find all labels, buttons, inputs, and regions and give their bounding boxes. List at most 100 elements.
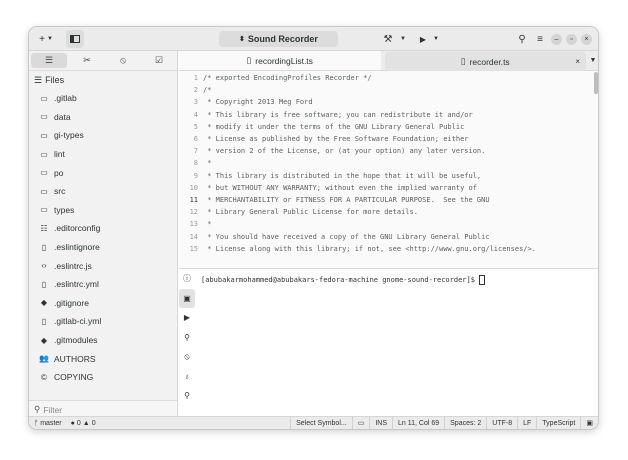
updown-icon: ⬍ — [239, 36, 245, 43]
toggle-sidebar-button[interactable] — [66, 30, 84, 48]
editor-scrollbar[interactable] — [594, 72, 598, 94]
code-text: * License as published by the Free Softw… — [203, 135, 469, 144]
checkbox-icon: ☑ — [154, 55, 164, 65]
debug-panel-button[interactable]: ♁ — [179, 367, 195, 387]
file-tree-item-label: .eslintrc.js — [54, 260, 92, 271]
toggle-panel-button[interactable]: ▣ — [580, 417, 598, 429]
terminal-panel-button[interactable]: ▣ — [179, 288, 195, 308]
close-tab-icon[interactable]: × — [575, 57, 580, 66]
position-label: Ln 11, Col 69 — [398, 419, 440, 427]
file-tree-item-label: COPYING — [54, 372, 94, 383]
diagnostics-counts[interactable]: ● 0 ▲ 0 — [67, 420, 100, 427]
line-ending-selector[interactable]: LF — [517, 417, 536, 429]
file-tree-item[interactable]: ▭ lint — [29, 145, 177, 164]
close-button[interactable]: × — [581, 33, 592, 45]
maximize-icon: ▫ — [570, 35, 573, 43]
file-tree-item[interactable]: ▭ src — [29, 182, 177, 201]
tab-recorder[interactable]: ▯ recorder.ts × — [384, 52, 587, 71]
info-icon: ⓘ — [183, 274, 191, 284]
tab-files[interactable]: ☰ — [31, 53, 67, 68]
files-title: Files — [45, 75, 65, 85]
tab-recordinglist[interactable]: ▯ recordingList.ts — [179, 51, 381, 70]
file-tree-item[interactable]: ☷ .editorconfig — [29, 219, 177, 238]
line-number: 11 — [189, 195, 198, 204]
tab-diagnostics[interactable]: ⦸ — [105, 51, 141, 70]
prompt-text: [abubakarmohammed@abubakars-fedora-machi… — [201, 276, 480, 284]
play-icon: ▶ — [183, 313, 191, 323]
code-line: 13 * — [179, 218, 597, 230]
file-icon: ▯ — [41, 242, 47, 252]
code-text: * — [203, 159, 212, 168]
file-tree-item[interactable]: ▯ .eslintignore — [29, 238, 177, 257]
chevron-down-icon: ▼ — [589, 57, 597, 64]
symbol-selector[interactable]: Select Symbol... — [290, 417, 352, 429]
file-tree-item[interactable]: ▭ types — [29, 201, 177, 220]
code-editor[interactable]: 1 /* exported EncodingProfiles Recorder *… — [179, 72, 597, 268]
terminal-cursor — [479, 275, 486, 285]
new-menu-button[interactable]: + ▼ — [35, 30, 57, 48]
file-tree-item[interactable]: ◆ .gitignore — [29, 294, 177, 313]
block-icon: ⦸ — [184, 351, 190, 361]
code-line: 10 * but WITHOUT ANY WARRANTY; without e… — [179, 182, 597, 194]
file-tree-item[interactable]: ▯ .eslintrc.yml — [29, 275, 177, 294]
todo-panel-button[interactable]: ⚲ — [179, 328, 195, 348]
run-button[interactable]: ▶ — [417, 30, 429, 48]
indentation-selector[interactable]: Spaces: 2 — [444, 417, 486, 429]
project-title-button[interactable]: ⬍ Sound Recorder — [219, 31, 338, 47]
tab-todo[interactable]: ☑ — [141, 51, 177, 70]
code-line: 14 * You should have received a copy of … — [179, 230, 597, 242]
folder-icon: ▭ — [40, 205, 48, 215]
warning-count: 0 — [91, 419, 96, 427]
code-line: 11 * MERCHANTABILITY or FITNESS FOR A PA… — [179, 194, 597, 206]
panel-icon: ▣ — [586, 420, 593, 427]
main-menu-button[interactable]: ≡ — [533, 30, 547, 48]
file-icon: ▯ — [41, 316, 47, 326]
file-tree-item[interactable]: ▭ gi-types — [29, 126, 177, 145]
file-icon: ▯ — [460, 56, 466, 66]
build-button[interactable]: ⚒ — [381, 30, 395, 48]
file-tree-item[interactable]: ▭ po — [29, 163, 177, 182]
run-panel-button[interactable]: ▶ — [179, 308, 195, 328]
file-tree-item[interactable]: ▭ .gitlab — [29, 89, 177, 108]
chevron-down-icon: ▼ — [433, 36, 439, 42]
tab-label: recordingList.ts — [255, 55, 313, 66]
search-panel-button[interactable]: ⚲ — [179, 386, 195, 406]
code-line: 8 * — [179, 157, 597, 169]
file-tree-item[interactable]: 👥 AUTHORS — [29, 349, 177, 368]
file-tree-item[interactable]: © COPYING — [29, 368, 177, 387]
editor-tab-bar: ▯ recordingList.ts ▯ recorder.ts × ▼ — [179, 51, 598, 71]
search-button[interactable]: ⚲ — [515, 30, 529, 48]
files-header: ☰ Files — [29, 71, 177, 89]
vcs-branch[interactable]: ᚠ master — [29, 420, 67, 427]
encoding-selector[interactable]: UTF-8 — [486, 417, 517, 429]
file-tree-item-label: .gitmodules — [54, 335, 98, 346]
build-menu-button[interactable]: ▼ — [398, 30, 408, 48]
file-tree-item[interactable]: ▭ data — [29, 108, 177, 127]
code-line: 4 * This library is free software; you c… — [179, 109, 597, 121]
info-panel-button[interactable]: ⓘ — [179, 269, 195, 289]
filter-placeholder: Filter — [43, 404, 63, 415]
folder-button[interactable]: ▭ — [351, 417, 370, 429]
minimize-button[interactable]: – — [551, 33, 562, 45]
file-tree-item[interactable]: ‹› .eslintrc.js — [29, 256, 177, 275]
code-line: 6 * License as published by the Free Sof… — [179, 133, 597, 145]
folder-icon: ▭ — [40, 93, 48, 103]
line-number: 5 — [193, 122, 198, 131]
maximize-button[interactable]: ▫ — [566, 33, 577, 45]
tab-menu-button[interactable]: ▼ — [586, 51, 598, 70]
code-line: 12 * Library General Public License for … — [179, 206, 597, 218]
tab-symbols[interactable]: ✂ — [69, 51, 105, 70]
code-text: * MERCHANTABILITY or FITNESS FOR A PARTI… — [203, 195, 490, 204]
file-tree-item-label: data — [54, 111, 71, 122]
cursor-position[interactable]: Ln 11, Col 69 — [392, 417, 444, 429]
language-selector[interactable]: TypeScript — [536, 417, 580, 429]
terminal-prompt: [abubakarmohammed@abubakars-fedora-machi… — [201, 275, 486, 285]
diagnostics-panel-button[interactable]: ⦸ — [179, 347, 195, 367]
line-number: 4 — [193, 110, 198, 119]
code-text: * but WITHOUT ANY WARRANTY; without even… — [203, 183, 477, 192]
file-tree-item[interactable]: ▯ .gitlab-ci.yml — [29, 312, 177, 331]
run-menu-button[interactable]: ▼ — [431, 30, 441, 48]
terminal-panel[interactable]: ⓘ ▣ ▶ ⚲ ⦸ ♁ ⚲ [abubakarmohammed@abubakar… — [179, 268, 598, 418]
encoding-label: UTF-8 — [492, 419, 513, 427]
file-tree-item[interactable]: ◆ .gitmodules — [29, 331, 177, 350]
